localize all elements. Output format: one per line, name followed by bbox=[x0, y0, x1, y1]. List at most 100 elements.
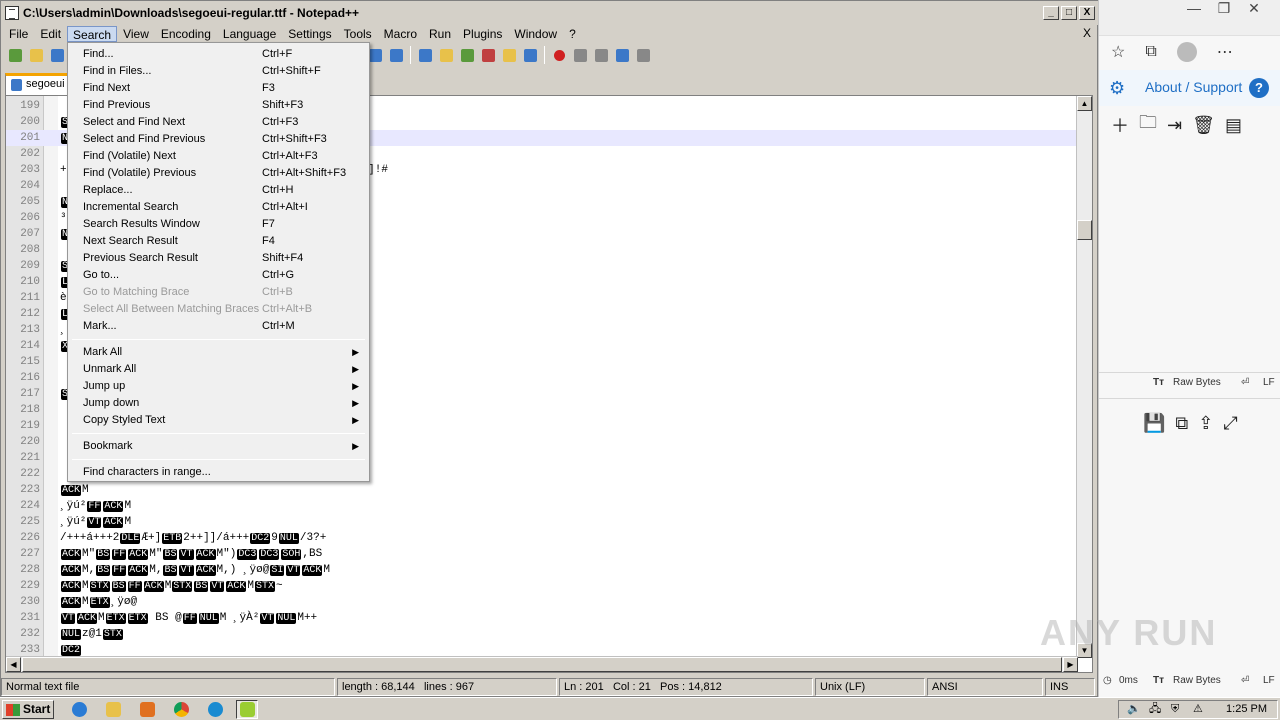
add-icon[interactable]: ＋ bbox=[1111, 112, 1129, 138]
menu-item-find-next[interactable]: Find Next F3 bbox=[70, 80, 367, 97]
save-macro-icon[interactable] bbox=[633, 45, 653, 65]
new-file-icon[interactable] bbox=[5, 45, 25, 65]
share-icon[interactable]: ⇪ bbox=[1198, 413, 1213, 434]
menu-search[interactable]: Search bbox=[67, 26, 118, 42]
close-document-button[interactable]: X bbox=[1083, 26, 1091, 40]
menu-tools[interactable]: Tools bbox=[338, 26, 378, 42]
menu-item-previous-search-result[interactable]: Previous Search Result Shift+F4 bbox=[70, 250, 367, 267]
editor-line[interactable]: 229 ACK M STX BS FF ACK M STX BS VT ACK M STX ~ bbox=[6, 578, 1078, 594]
doc-map-icon[interactable] bbox=[478, 45, 498, 65]
menu-window[interactable]: Window bbox=[508, 26, 563, 42]
menu-item-find-in-files[interactable]: Find in Files... Ctrl+Shift+F bbox=[70, 63, 367, 80]
scroll-up-arrow-icon[interactable]: ▲ bbox=[1077, 96, 1092, 111]
editor-line[interactable]: 226 /+++á+++2 DLE Æ+] ETB 2++]]/á+++ DC2 9 NUL/3… bbox=[6, 530, 1078, 546]
raw-bytes-label-2[interactable]: Raw Bytes bbox=[1173, 675, 1221, 686]
menu-run[interactable]: Run bbox=[423, 26, 457, 42]
open-file-icon[interactable] bbox=[26, 45, 46, 65]
favorites-icon[interactable]: ☆ bbox=[1111, 42, 1125, 62]
menu-item-find[interactable]: Find... Ctrl+F bbox=[70, 46, 367, 63]
menu-item-go-to[interactable]: Go to... Ctrl+G bbox=[70, 267, 367, 284]
collections-icon[interactable]: ⧉ bbox=[1145, 43, 1156, 61]
minimize-button[interactable]: _ bbox=[1043, 6, 1059, 20]
chrome-taskbar-icon[interactable] bbox=[170, 700, 192, 719]
menu-item-find-volatile-previous[interactable]: Find (Volatile) Previous Ctrl+Alt+Shift+F… bbox=[70, 165, 367, 182]
menu-item-jump-up[interactable]: Jump up ▶ bbox=[70, 378, 367, 395]
import-icon[interactable]: ⇥ bbox=[1167, 115, 1182, 136]
menu-item-select-and-find-next[interactable]: Select and Find Next Ctrl+F3 bbox=[70, 114, 367, 131]
menu-view[interactable]: View bbox=[117, 26, 155, 42]
editor-line[interactable]: 228 ACK M, BS FF ACK M, BS VT ACK M,) ¸ÿø@ SI VT ACK M bbox=[6, 562, 1078, 578]
menu-item-replace[interactable]: Replace... Ctrl+H bbox=[70, 182, 367, 199]
menu-macro[interactable]: Macro bbox=[378, 26, 423, 42]
browser-minimize-icon[interactable]: — bbox=[1179, 0, 1209, 18]
menu-item-incremental-search[interactable]: Incremental Search Ctrl+Alt+I bbox=[70, 199, 367, 216]
play-macro-icon[interactable] bbox=[591, 45, 611, 65]
raw-bytes-label[interactable]: Raw Bytes bbox=[1173, 377, 1221, 388]
menu-item-unmark-all[interactable]: Unmark All ▶ bbox=[70, 361, 367, 378]
record-macro-icon[interactable] bbox=[549, 45, 569, 65]
status-encoding[interactable]: ANSI bbox=[927, 678, 1043, 696]
menu-file[interactable]: File bbox=[3, 26, 34, 42]
run-macro-icon[interactable] bbox=[612, 45, 632, 65]
close-button[interactable]: X bbox=[1079, 6, 1095, 20]
menu-item-find-characters-in-range[interactable]: Find characters in range... bbox=[70, 464, 367, 481]
notepadpp-taskbar-icon[interactable] bbox=[236, 700, 258, 719]
menu-plugins[interactable]: Plugins bbox=[457, 26, 508, 42]
horizontal-scrollbar[interactable]: ◀ ▶ bbox=[6, 656, 1078, 672]
editor-line[interactable]: 232 NUL z@1 STX bbox=[6, 626, 1078, 642]
trash-icon[interactable]: 🗑 bbox=[1192, 115, 1215, 136]
save-icon[interactable]: 💾 bbox=[1143, 413, 1165, 434]
all-chars-icon[interactable] bbox=[436, 45, 456, 65]
security-icon[interactable]: ⛨ bbox=[1171, 701, 1179, 718]
editor-line[interactable]: 223 ACK M bbox=[6, 482, 1078, 498]
layout-icon[interactable]: ▤ bbox=[1225, 115, 1242, 136]
lf-label-2[interactable]: LF bbox=[1263, 675, 1275, 686]
menu-item-bookmark[interactable]: Bookmark ▶ bbox=[70, 438, 367, 455]
menu-item-next-search-result[interactable]: Next Search Result F4 bbox=[70, 233, 367, 250]
menu-item-search-results-window[interactable]: Search Results Window F7 bbox=[70, 216, 367, 233]
menu-help[interactable]: ? bbox=[563, 26, 582, 42]
maximize-button[interactable]: □ bbox=[1061, 6, 1077, 20]
edge-taskbar-icon[interactable] bbox=[204, 700, 226, 719]
lf-label[interactable]: LF bbox=[1263, 377, 1275, 388]
menu-item-select-all-between-matching-braces[interactable]: Select All Between Matching Braces Ctrl+A… bbox=[70, 301, 367, 318]
explorer-taskbar-icon[interactable] bbox=[102, 700, 124, 719]
copy-icon[interactable]: ⧉ bbox=[1175, 413, 1188, 434]
function-list-icon[interactable] bbox=[499, 45, 519, 65]
editor-line[interactable]: 225 ¸ÿú² VT ACK M bbox=[6, 514, 1078, 530]
help-icon[interactable]: ? bbox=[1249, 78, 1269, 98]
tab-segoeui[interactable]: segoeui bbox=[5, 73, 71, 95]
start-button[interactable]: Start bbox=[2, 700, 54, 719]
about-support-link[interactable]: ⚙ About / Support ? bbox=[1099, 70, 1280, 106]
alert-icon[interactable]: ⚠ bbox=[1193, 701, 1203, 718]
wrap-icon[interactable] bbox=[415, 45, 435, 65]
menu-language[interactable]: Language bbox=[217, 26, 282, 42]
volume-icon[interactable]: 🔈 bbox=[1127, 701, 1141, 718]
save-icon[interactable] bbox=[47, 45, 67, 65]
fullscreen-icon[interactable]: ⤢ bbox=[1223, 413, 1237, 434]
menu-item-copy-styled-text[interactable]: Copy Styled Text ▶ bbox=[70, 412, 367, 429]
network-icon[interactable]: 🖧 bbox=[1149, 701, 1161, 718]
browser-close-icon[interactable]: ✕ bbox=[1239, 0, 1269, 18]
more-options-icon[interactable]: ⋯ bbox=[1217, 42, 1233, 62]
sync-h-icon[interactable] bbox=[386, 45, 406, 65]
menu-item-mark-all[interactable]: Mark All ▶ bbox=[70, 344, 367, 361]
menu-edit[interactable]: Edit bbox=[34, 26, 67, 42]
scroll-left-arrow-icon[interactable]: ◀ bbox=[6, 657, 21, 672]
status-eol[interactable]: Unix (LF) bbox=[815, 678, 925, 696]
media-player-taskbar-icon[interactable] bbox=[136, 700, 158, 719]
menu-item-find-previous[interactable]: Find Previous Shift+F3 bbox=[70, 97, 367, 114]
hscroll-thumb[interactable] bbox=[22, 657, 1062, 672]
menu-encoding[interactable]: Encoding bbox=[155, 26, 217, 42]
vertical-scrollbar[interactable]: ▲ ▼ bbox=[1076, 96, 1092, 658]
menu-item-select-and-find-previous[interactable]: Select and Find Previous Ctrl+Shift+F3 bbox=[70, 131, 367, 148]
editor-line[interactable]: 224 ¸ÿú² FF ACK M bbox=[6, 498, 1078, 514]
menu-item-go-to-matching-brace[interactable]: Go to Matching Brace Ctrl+B bbox=[70, 284, 367, 301]
profile-avatar[interactable] bbox=[1176, 42, 1197, 62]
menu-item-find-volatile-next[interactable]: Find (Volatile) Next Ctrl+Alt+F3 bbox=[70, 148, 367, 165]
menu-settings[interactable]: Settings bbox=[282, 26, 337, 42]
editor-line[interactable]: 231 VT ACK M ETX ETX BS @ FF NUL M ¸ÿÀ² VT NUL M++ bbox=[6, 610, 1078, 626]
folder-workspace-icon[interactable] bbox=[520, 45, 540, 65]
folder-icon[interactable]: 🗀 bbox=[1139, 110, 1157, 140]
menu-item-jump-down[interactable]: Jump down ▶ bbox=[70, 395, 367, 412]
